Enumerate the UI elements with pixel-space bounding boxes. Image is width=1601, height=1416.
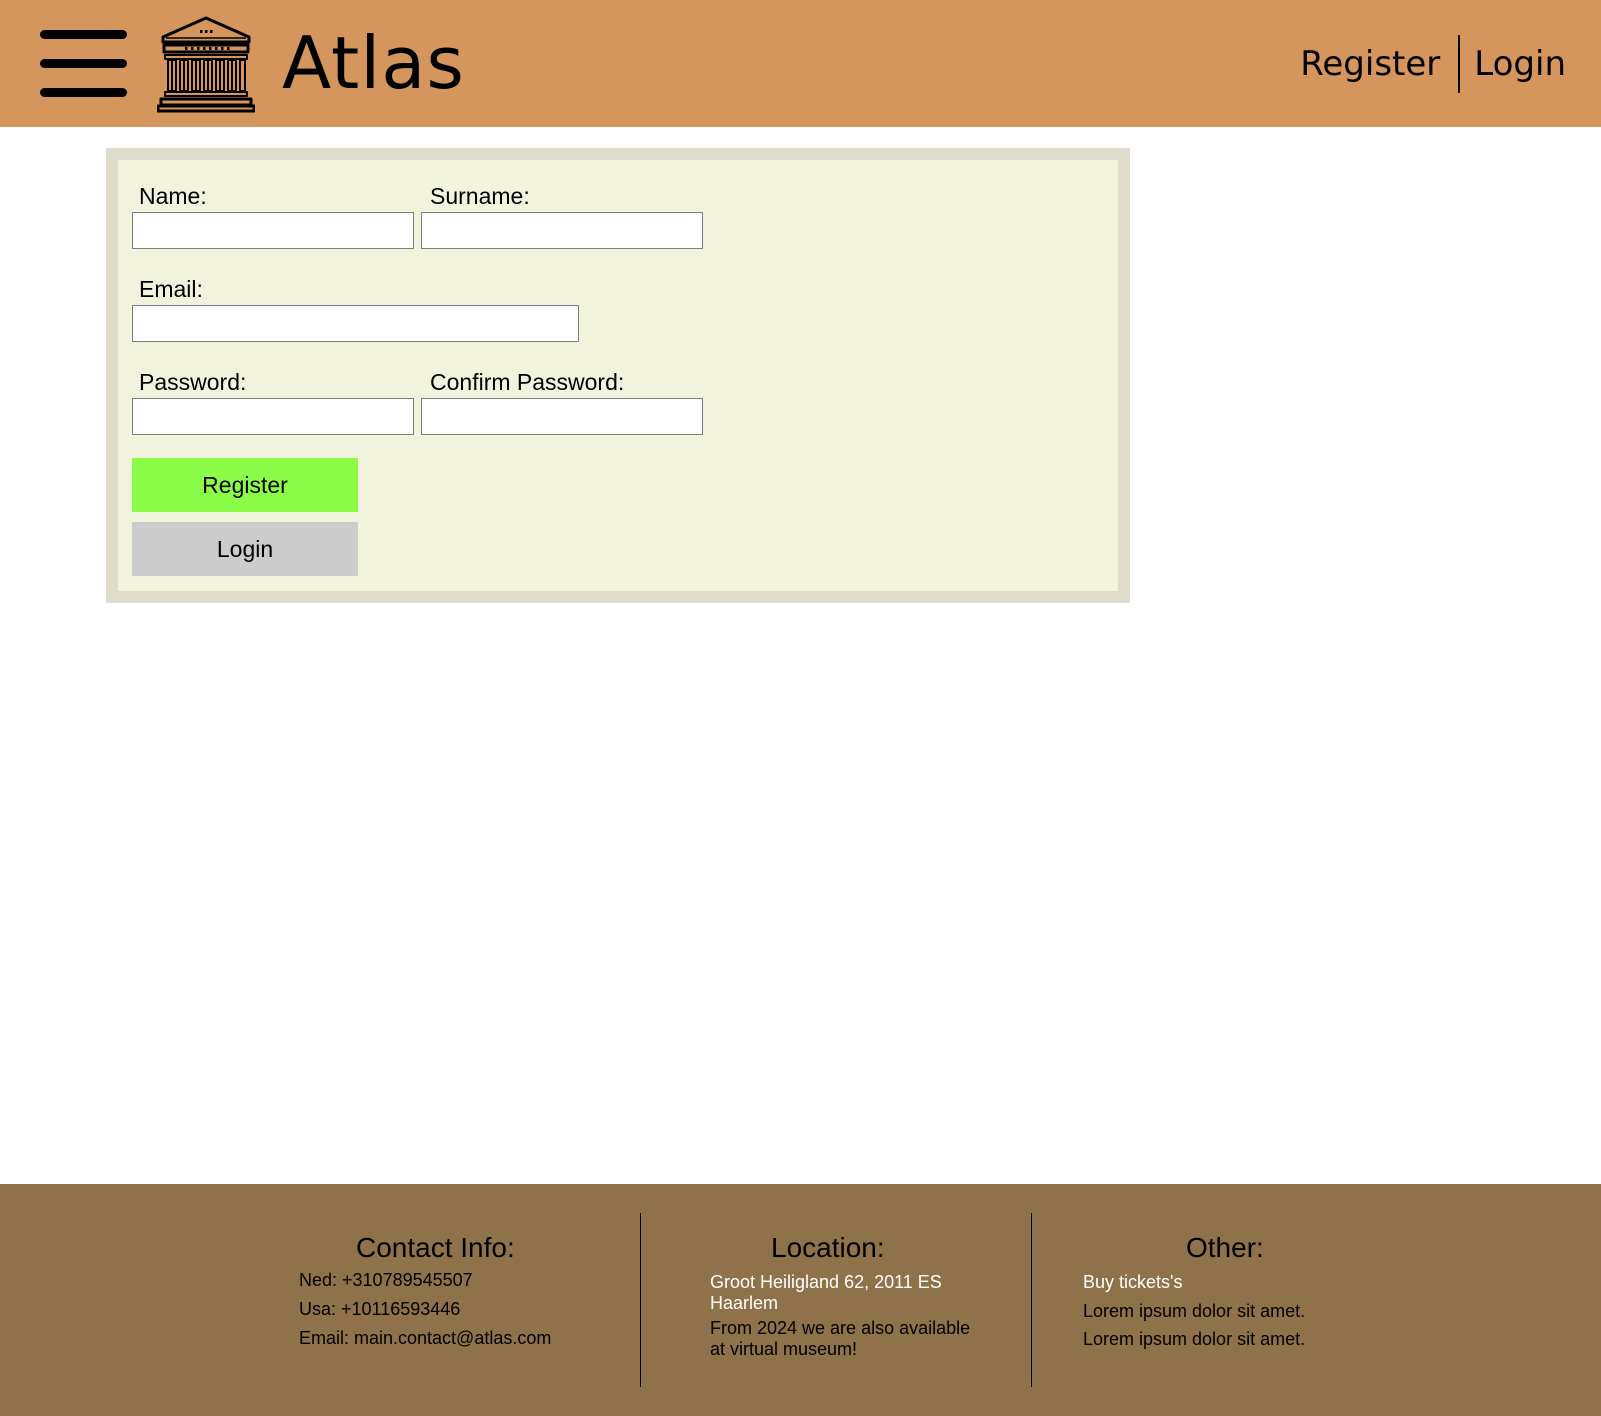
confirm-password-field[interactable] (421, 398, 703, 435)
password-label: Password: (139, 369, 247, 395)
email-label: Email: (139, 276, 203, 302)
hamburger-menu-icon[interactable] (40, 30, 127, 98)
footer-divider-2 (1031, 1213, 1032, 1387)
password-field[interactable] (132, 398, 414, 435)
menu-bar-middle (40, 59, 127, 68)
register-form: Name: Surname: Email: Password: Confirm … (118, 160, 1118, 591)
site-brand[interactable]: Atlas (282, 18, 465, 108)
footer-divider-1 (640, 1213, 641, 1387)
email-field[interactable] (132, 305, 579, 342)
name-label: Name: (139, 183, 207, 209)
register-form-panel: Name: Surname: Email: Password: Confirm … (106, 148, 1130, 603)
surname-label: Surname: (430, 183, 530, 209)
nav-login-link[interactable]: Login (1474, 44, 1566, 84)
name-field[interactable] (132, 212, 414, 249)
location-title: Location: (771, 1232, 885, 1263)
location-address-line2: Haarlem (710, 1293, 779, 1313)
location-address-line1: Groot Heiligland 62, 2011 ES (710, 1272, 942, 1292)
contact-email[interactable]: Email: main.contact@atlas.com (299, 1328, 551, 1349)
other-line-2: Lorem ipsum dolor sit amet. (1083, 1329, 1306, 1349)
confirm-password-label: Confirm Password: (430, 369, 625, 395)
site-header: Atlas Register Login (0, 0, 1601, 127)
login-button[interactable]: Login (132, 522, 358, 576)
nav-register-link[interactable]: Register (1300, 44, 1440, 84)
contact-info-title: Contact Info: (356, 1232, 515, 1263)
location-note-line2: at virtual museum! (710, 1339, 858, 1359)
menu-bar-top (40, 30, 127, 39)
surname-field[interactable] (421, 212, 703, 249)
museum-building-icon[interactable] (157, 15, 255, 113)
contact-ned-phone: Ned: +310789545507 (299, 1270, 473, 1290)
location-note-line1: From 2024 we are also available (710, 1318, 971, 1338)
other-title: Other: (1186, 1232, 1264, 1263)
buy-tickets-link[interactable]: Buy tickets's (1083, 1272, 1182, 1293)
register-button[interactable]: Register (132, 458, 358, 512)
header-nav: Register Login (1300, 35, 1566, 93)
site-footer: Contact Info: Ned: +310789545507 Usa: +1… (0, 1184, 1601, 1416)
contact-usa-phone: Usa: +10116593446 (299, 1299, 461, 1319)
menu-bar-bottom (40, 88, 127, 97)
nav-divider (1458, 35, 1461, 93)
other-line-1: Lorem ipsum dolor sit amet. (1083, 1301, 1306, 1321)
